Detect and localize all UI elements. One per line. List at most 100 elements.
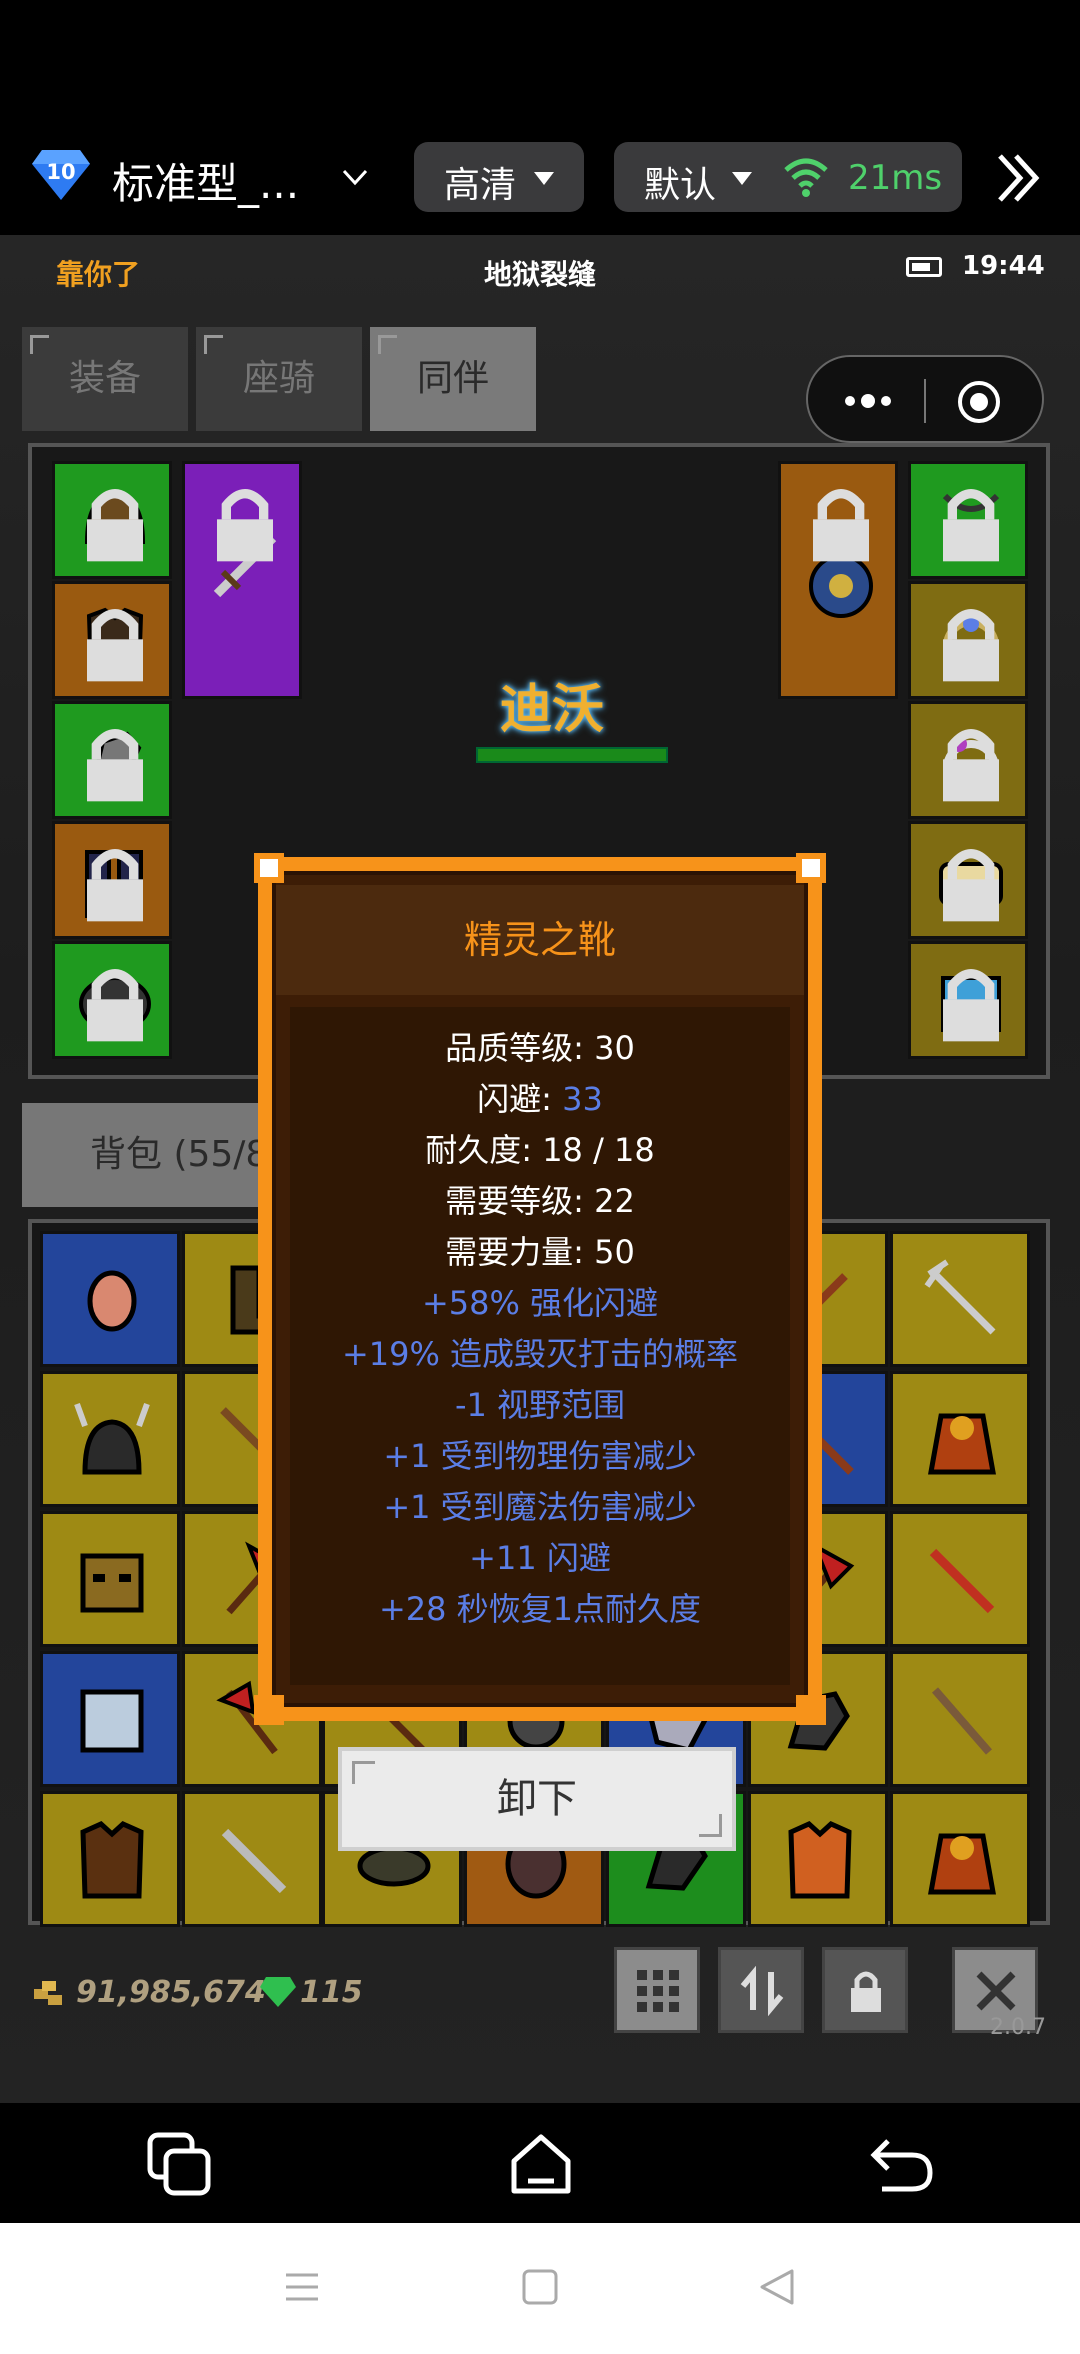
bag-slot[interactable] — [40, 1651, 180, 1787]
frame-corner — [254, 853, 284, 883]
lock-icon — [87, 849, 143, 922]
cape-icon — [928, 1413, 996, 1475]
home-icon[interactable] — [508, 2131, 574, 2197]
slot-scroll[interactable] — [908, 821, 1028, 939]
frame-corner — [796, 853, 826, 883]
caret-down-icon — [534, 172, 554, 185]
item-name: 精灵之靴 — [276, 885, 804, 995]
back-triangle-icon[interactable] — [758, 2267, 798, 2307]
menu-icon[interactable] — [282, 2267, 322, 2307]
lock-icon — [87, 489, 143, 562]
lock-icon — [217, 489, 273, 562]
slot-boots[interactable] — [52, 821, 172, 939]
ore-icon — [87, 1270, 137, 1332]
slot-ring-1[interactable] — [908, 581, 1028, 699]
lock-icon — [943, 849, 999, 922]
wifi-icon — [784, 158, 828, 197]
bag-slot[interactable] — [890, 1791, 1030, 1927]
affix-line: +28 秒恢复1点耐久度 — [378, 1590, 702, 1628]
phone-nav-bar — [0, 2103, 1080, 2223]
slot-offhand[interactable] — [778, 461, 898, 699]
ping-value: 21ms — [848, 158, 943, 198]
affix-line: +58% 强化闪避 — [421, 1284, 659, 1322]
bag-slot[interactable] — [182, 1791, 322, 1927]
grid-view-button[interactable] — [614, 1947, 700, 2033]
wand-icon — [931, 1687, 993, 1755]
rune-scroll-icon — [80, 1689, 144, 1753]
sort-button[interactable] — [718, 1947, 804, 2033]
square-icon[interactable] — [520, 2267, 560, 2307]
more-dots-icon[interactable] — [838, 381, 898, 421]
companion-name: 迪沃 — [499, 680, 604, 740]
lock-icon — [943, 609, 999, 682]
bag-slot[interactable] — [890, 1371, 1030, 1507]
back-icon[interactable] — [868, 2131, 934, 2197]
miniprogram-capsule — [806, 355, 1044, 443]
tab-mount[interactable]: 座骑 — [196, 327, 362, 431]
bag-slot[interactable] — [890, 1511, 1030, 1647]
stat-required-level: 需要等级: 22 — [445, 1182, 635, 1220]
tab-equipment[interactable]: 装备 — [22, 327, 188, 431]
chevron-down-icon[interactable] — [338, 160, 372, 194]
stat-dodge-label: 闪避: — [477, 1080, 563, 1118]
target-icon[interactable] — [956, 379, 1002, 425]
companion-health-bar — [476, 747, 668, 763]
sort-icon — [740, 1966, 784, 2016]
network-mode-label: 默认 — [644, 165, 717, 206]
quality-label: 高清 — [444, 165, 517, 206]
lock-icon — [87, 729, 143, 802]
lock-icon — [943, 969, 999, 1042]
slot-ring-2[interactable] — [908, 701, 1028, 819]
lock-icon — [87, 609, 143, 682]
affix-line: +1 受到物理伤害减少 — [383, 1437, 697, 1475]
affix-line: +11 闪避 — [469, 1539, 611, 1577]
bag-slot[interactable] — [890, 1651, 1030, 1787]
frame-corner — [796, 1695, 826, 1725]
gold-icon — [34, 1981, 62, 2005]
demon-helmet-icon — [80, 1553, 144, 1613]
bag-slot[interactable] — [40, 1231, 180, 1367]
stat-quality-level: 品质等级: 30 — [445, 1029, 635, 1067]
bag-slot[interactable] — [40, 1371, 180, 1507]
fast-forward-icon[interactable] — [994, 150, 1044, 206]
bag-slot[interactable] — [40, 1511, 180, 1647]
slot-amulet[interactable] — [908, 461, 1028, 579]
lock-icon — [87, 969, 143, 1042]
gem-icon — [260, 1977, 296, 2007]
bag-slot[interactable] — [890, 1231, 1030, 1367]
version-label: 2.0.7 — [990, 2015, 1046, 2040]
slot-belt[interactable] — [52, 941, 172, 1059]
stat-dodge-value: 33 — [562, 1080, 603, 1118]
horned-helmet-icon — [74, 1402, 150, 1475]
grid-icon — [637, 1970, 679, 2012]
lock-icon — [943, 489, 999, 562]
clock: 19:44 — [962, 251, 1045, 281]
slot-gloves[interactable] — [52, 701, 172, 819]
lock-icon — [943, 729, 999, 802]
bag-slot[interactable] — [40, 1791, 180, 1927]
slot-armor[interactable] — [52, 581, 172, 699]
quality-selector[interactable]: 高清 — [414, 142, 584, 212]
app-title[interactable]: 标准型_... — [112, 150, 299, 211]
lock-icon — [851, 1971, 881, 2012]
frame-corner — [254, 1695, 284, 1725]
stream-toolbar: 10 标准型_... 高清 默认 21ms — [0, 0, 1080, 235]
slot-book[interactable] — [908, 941, 1028, 1059]
tooltip-frame: 精灵之靴 品质等级: 30 闪避: 33 耐久度: 18 / 18 需要等级: … — [272, 871, 808, 1707]
lock-button[interactable] — [822, 1947, 908, 2033]
stat-dodge: 闪避: 33 — [290, 1074, 790, 1120]
recent-apps-icon[interactable] — [146, 2131, 212, 2197]
affix-line: -1 视野范围 — [454, 1386, 626, 1424]
system-nav-bar — [0, 2223, 1080, 2354]
affix-line: +1 受到魔法伤害减少 — [383, 1488, 697, 1526]
sword-icon — [221, 1828, 287, 1894]
bag-slot[interactable] — [748, 1791, 888, 1927]
cape-icon — [928, 1833, 996, 1895]
lock-icon — [813, 489, 869, 562]
slot-helmet[interactable] — [52, 461, 172, 579]
slot-weapon[interactable] — [182, 461, 302, 699]
unequip-button[interactable]: 卸下 — [338, 1747, 736, 1851]
network-selector[interactable]: 默认 21ms — [614, 142, 962, 212]
tab-companion[interactable]: 同伴 — [370, 327, 536, 431]
tab-backpack[interactable]: 背包 (55/8 — [22, 1103, 262, 1207]
